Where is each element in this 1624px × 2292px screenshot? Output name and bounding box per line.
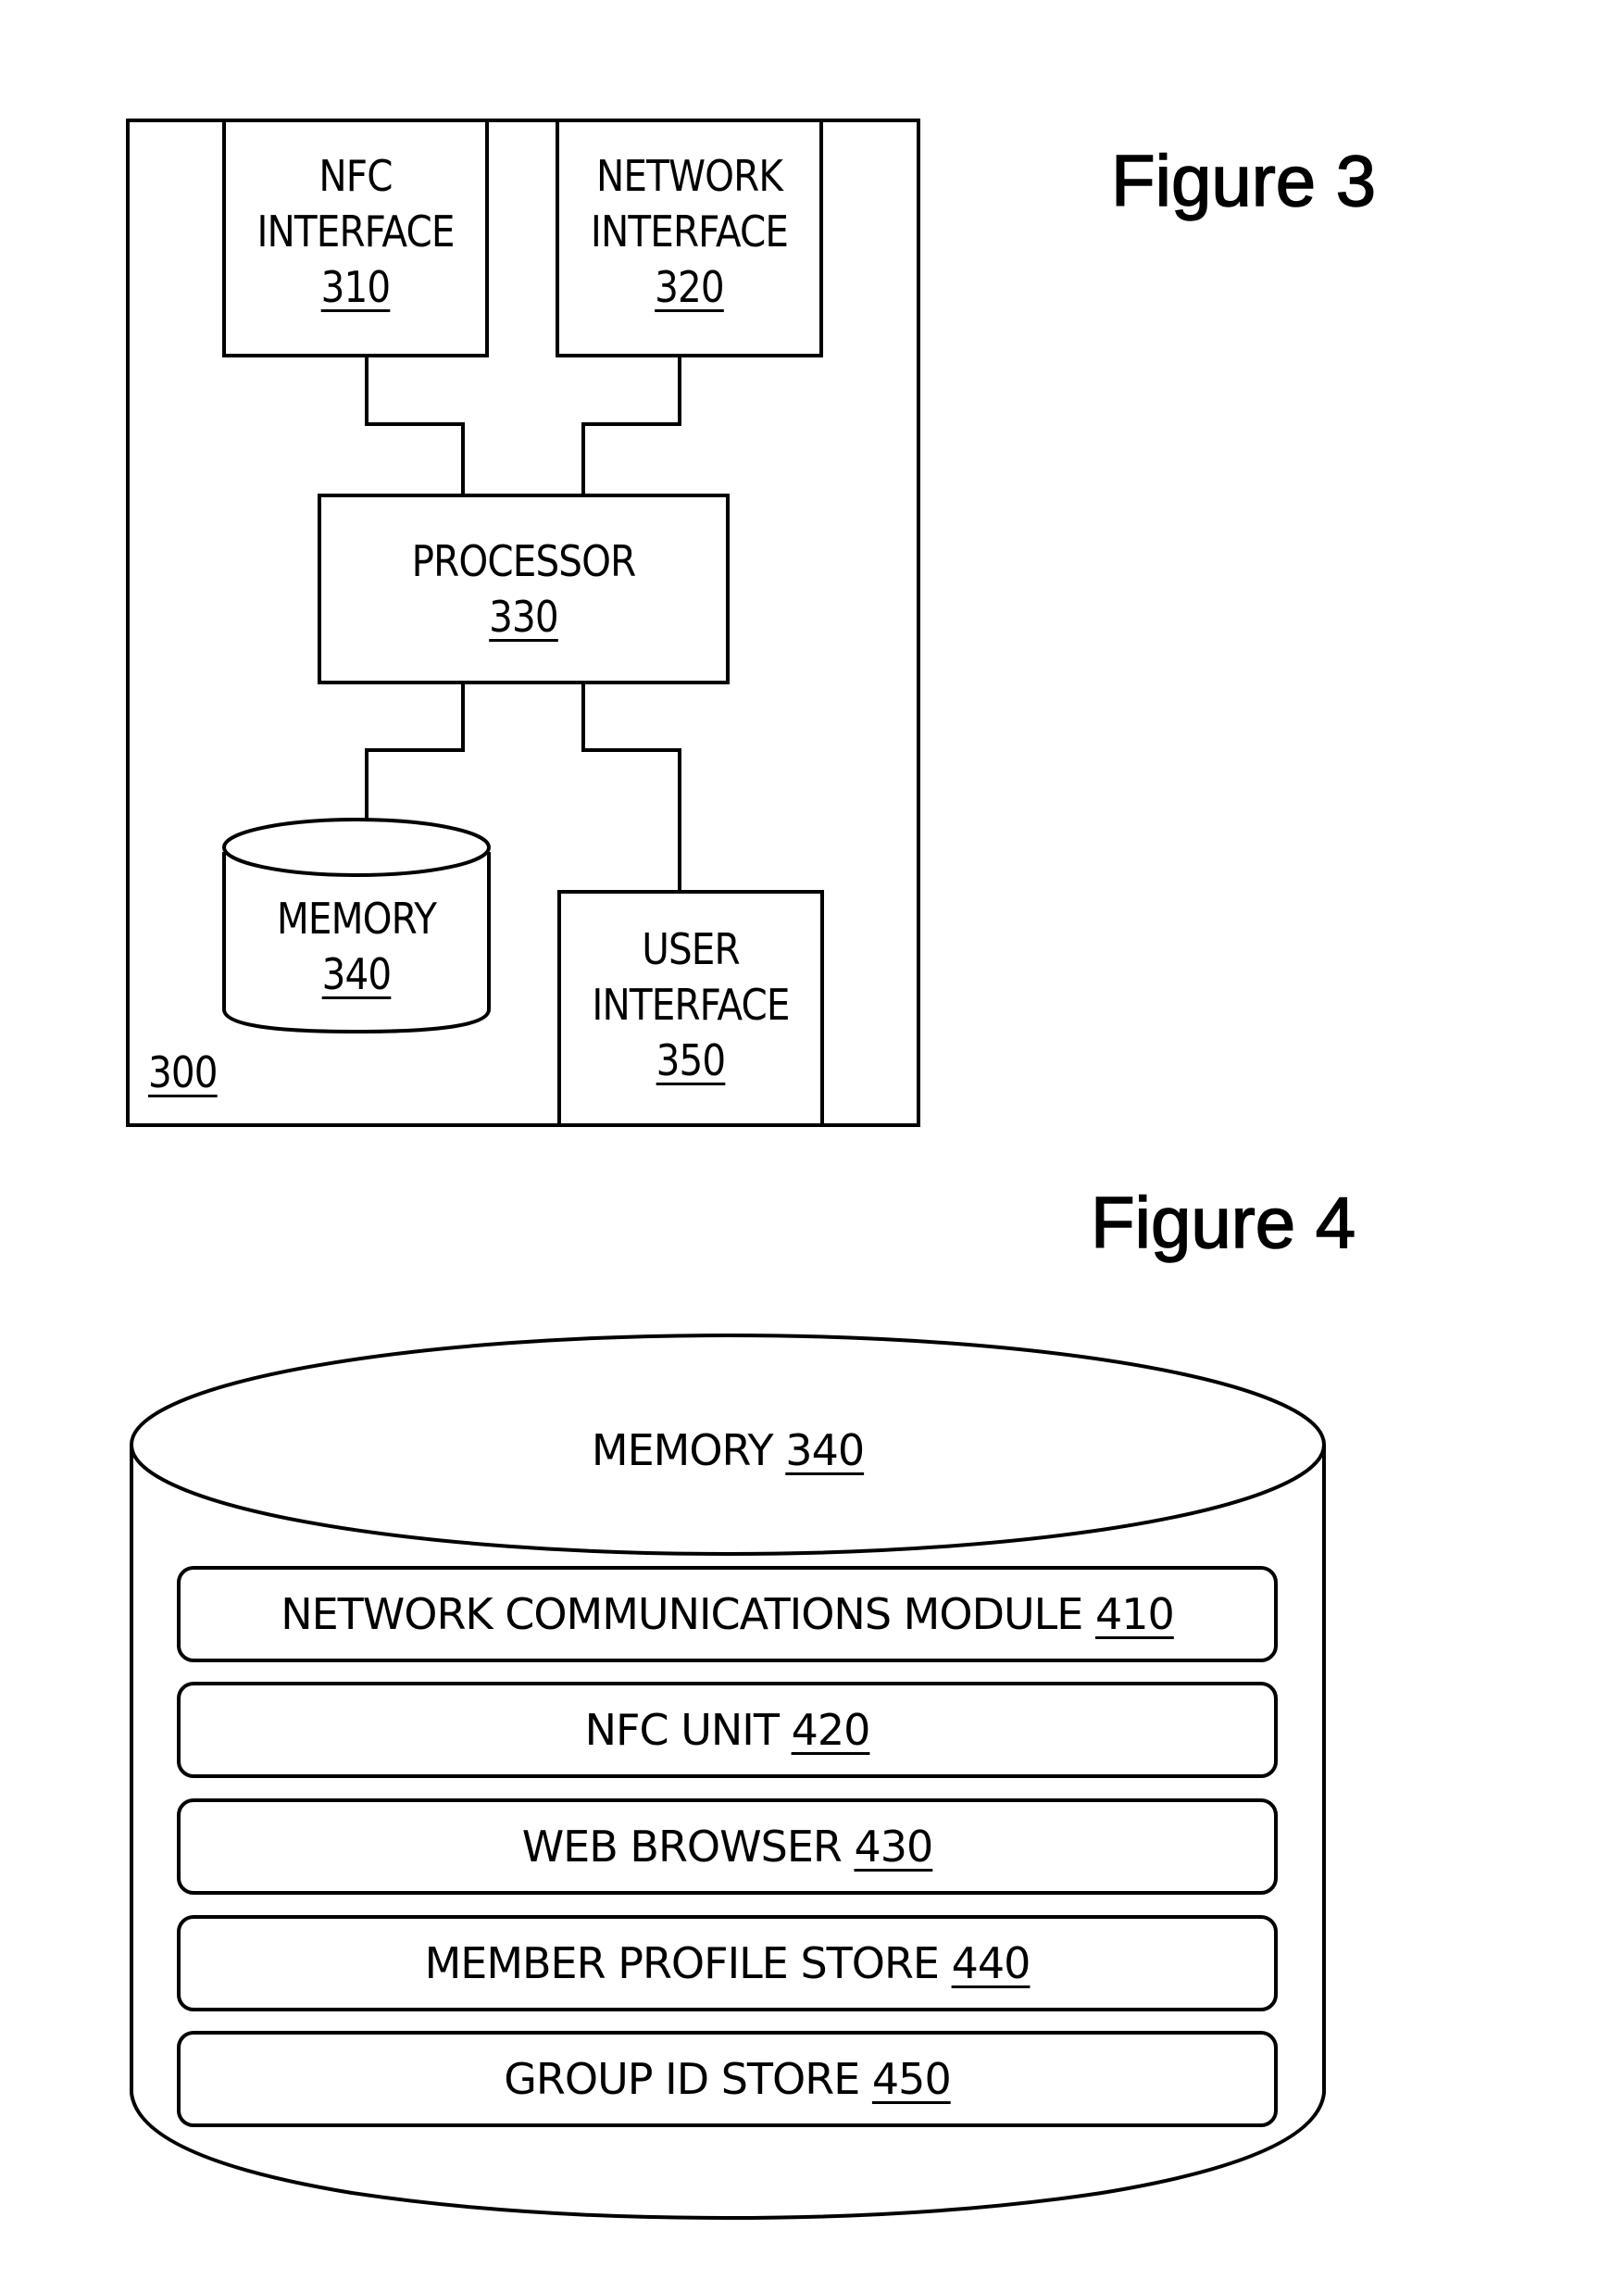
connector-processor-ui [581, 683, 681, 892]
memory-cylinder-top [222, 818, 491, 877]
user-interface-line-2: INTERFACE [592, 980, 790, 1030]
processor-label: PROCESSOR 330 [344, 533, 703, 645]
connector-nfc-processor [365, 356, 465, 495]
figure-3-title: Figure 3 [1110, 139, 1377, 222]
module-420-ref: 420 [791, 1705, 871, 1755]
module-420-label: NFC UNIT [584, 1705, 780, 1755]
module-430: WEB BROWSER 430 [179, 1819, 1276, 1874]
memory-label: MEMORY 340 [240, 891, 473, 1002]
network-interface-line-2: INTERFACE [590, 207, 789, 257]
connector-processor-memory [365, 683, 465, 820]
module-450: GROUP ID STORE 450 [179, 2051, 1276, 2107]
network-interface-label: NETWORK INTERFACE 320 [573, 148, 806, 315]
user-interface-ref: 350 [656, 1035, 727, 1085]
memory-line-1: MEMORY [276, 894, 437, 944]
memory-340-label: MEMORY [591, 1425, 774, 1475]
device-ref: 300 [148, 1047, 219, 1097]
processor-ref: 330 [489, 592, 559, 642]
module-450-ref: 450 [871, 2054, 952, 2104]
module-410-label: NETWORK COMMUNICATIONS MODULE [281, 1589, 1083, 1639]
module-430-label: WEB BROWSER [521, 1822, 843, 1872]
memory-340-ref: 340 [785, 1425, 865, 1475]
module-410-ref: 410 [1094, 1589, 1175, 1639]
user-interface-line-1: USER [642, 924, 740, 974]
device-300-label: 300 [148, 1045, 246, 1100]
user-interface-label: USER INTERFACE 350 [575, 921, 806, 1088]
network-interface-ref: 320 [655, 262, 725, 312]
module-450-label: GROUP ID STORE [504, 2054, 860, 2104]
module-440-ref: 440 [951, 1938, 1031, 1988]
module-440-label: MEMBER PROFILE STORE [424, 1938, 940, 1988]
memory-340-title: MEMORY 340 [131, 1422, 1324, 1478]
network-interface-line-1: NETWORK [596, 151, 783, 201]
module-430-ref: 430 [854, 1822, 933, 1872]
nfc-interface-line-2: INTERFACE [256, 207, 455, 257]
processor-line-1: PROCESSOR [411, 536, 637, 586]
module-440: MEMBER PROFILE STORE 440 [179, 1935, 1276, 1991]
nfc-interface-ref: 310 [320, 262, 392, 312]
nfc-interface-line-1: NFC [319, 151, 393, 201]
figure-4-title: Figure 4 [1090, 1181, 1356, 1264]
module-420: NFC UNIT 420 [179, 1702, 1276, 1758]
memory-ref: 340 [321, 949, 393, 999]
module-410: NETWORK COMMUNICATIONS MODULE 410 [179, 1586, 1276, 1642]
connector-network-processor [581, 356, 681, 495]
nfc-interface-label: NFC INTERFACE 310 [240, 148, 471, 315]
